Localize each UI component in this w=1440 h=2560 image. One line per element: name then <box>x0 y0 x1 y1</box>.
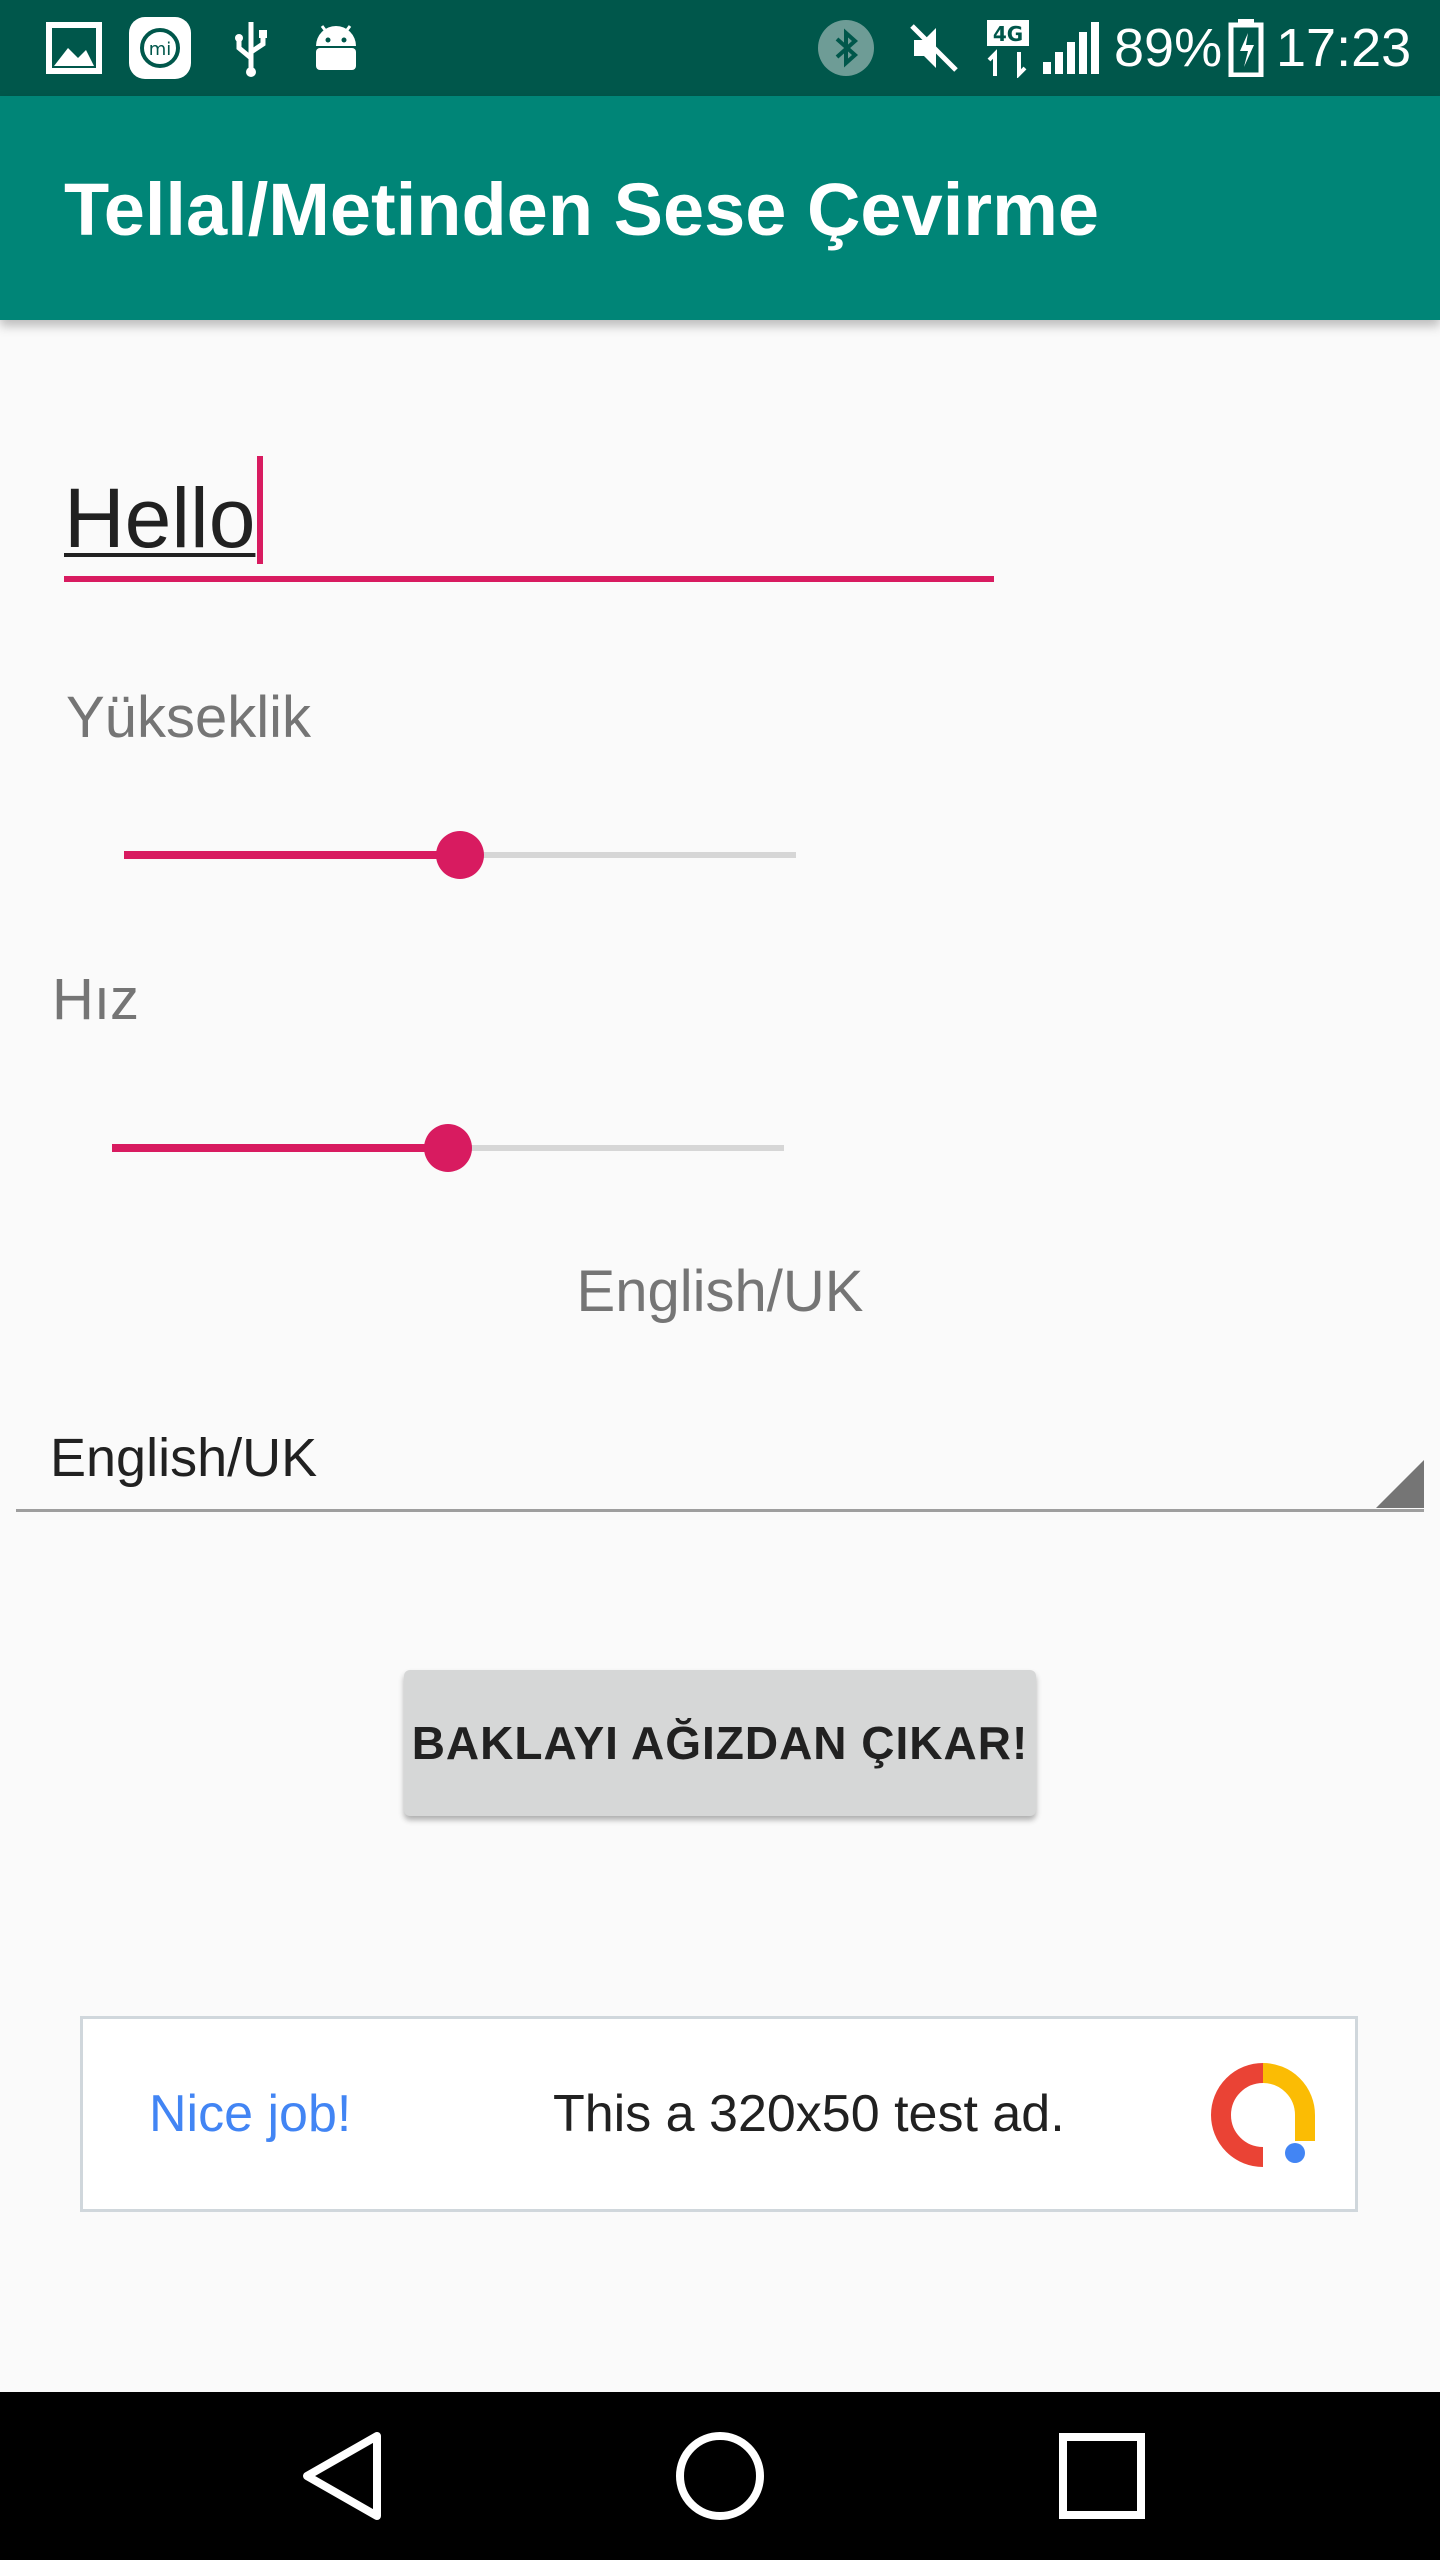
pitch-slider-fill <box>124 851 460 859</box>
selected-language-label: English/UK <box>576 1259 864 1324</box>
speed-label: Hız <box>52 967 139 1032</box>
text-input-value[interactable]: Hello <box>64 470 255 566</box>
admob-logo-icon <box>1211 2063 1315 2172</box>
pitch-slider[interactable] <box>124 815 796 895</box>
status-bar: mi 4G 89% 17:23 <box>0 0 1440 96</box>
text-input-underline <box>64 576 994 582</box>
speak-button[interactable]: BAKLAYI AĞIZDAN ÇIKAR! <box>404 1670 1036 1816</box>
bluetooth-icon <box>816 18 876 78</box>
back-icon[interactable] <box>292 2426 392 2526</box>
speed-slider-fill <box>112 1144 448 1152</box>
language-spinner-value: English/UK <box>50 1428 318 1488</box>
language-spinner[interactable]: English/UK <box>16 1400 1424 1512</box>
spinner-underline <box>16 1509 1424 1512</box>
speed-slider[interactable] <box>112 1108 784 1188</box>
signal-icon <box>1040 18 1102 78</box>
text-input[interactable]: Hello <box>64 440 994 582</box>
ad-center-text: This a 320x50 test ad. <box>553 2085 1065 2143</box>
pitch-slider-thumb[interactable] <box>436 831 484 879</box>
pitch-label: Yükseklik <box>66 685 311 750</box>
battery-percent: 89% <box>1114 18 1223 78</box>
speed-slider-thumb[interactable] <box>424 1124 472 1172</box>
app-title: Tellal/Metinden Sese Çevirme <box>64 168 1100 251</box>
usb-icon <box>226 18 276 78</box>
dropdown-arrow-icon <box>1376 1460 1424 1508</box>
recents-icon[interactable] <box>1052 2426 1152 2526</box>
mi-icon: mi <box>126 17 194 79</box>
gallery-icon <box>44 18 104 78</box>
app-bar: Tellal/Metinden Sese Çevirme <box>0 96 1440 320</box>
ad-left-text: Nice job! <box>149 2085 352 2143</box>
android-debug-icon <box>306 18 366 78</box>
svg-text:4G: 4G <box>993 22 1023 46</box>
ad-banner[interactable]: Nice job! This a 320x50 test ad. <box>80 2016 1358 2212</box>
mute-icon <box>904 18 964 78</box>
navigation-bar <box>0 2392 1440 2560</box>
battery-charging-icon <box>1226 18 1266 78</box>
4g-icon: 4G <box>984 18 1032 78</box>
svg-text:mi: mi <box>149 39 172 60</box>
text-cursor <box>257 456 263 564</box>
clock: 17:23 <box>1276 18 1412 78</box>
home-icon[interactable] <box>670 2426 770 2526</box>
